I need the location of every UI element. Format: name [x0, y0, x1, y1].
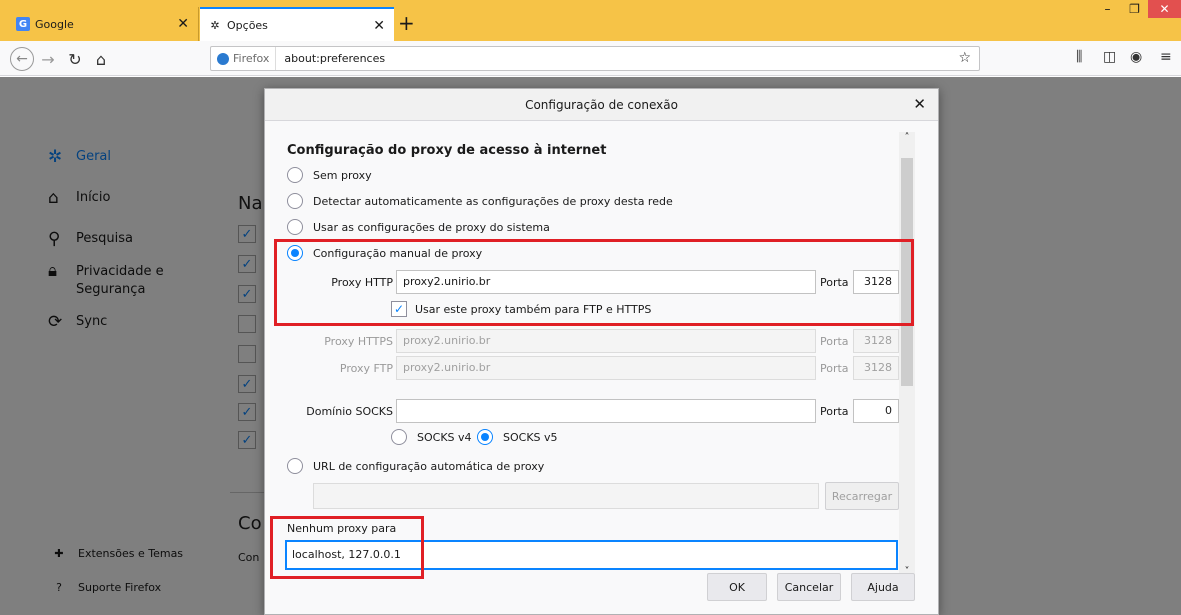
help-button[interactable]: Ajuda — [851, 573, 915, 601]
port-label: Porta — [820, 276, 849, 289]
url-bar[interactable]: Firefox about:preferences ☆ — [210, 46, 980, 71]
close-window-icon[interactable]: ✕ — [1148, 0, 1181, 18]
radio-button[interactable] — [287, 219, 303, 235]
tab-label: Opções — [227, 18, 268, 32]
bookmark-star-icon[interactable]: ☆ — [958, 50, 971, 66]
close-icon[interactable]: ✕ — [913, 95, 926, 113]
url-text: about:preferences — [284, 52, 386, 65]
account-icon[interactable]: ◉ — [1130, 49, 1142, 65]
scroll-up-icon[interactable]: ˄ — [899, 132, 915, 148]
ftp-port-input: 3128 — [853, 356, 899, 380]
port-label: Porta — [820, 405, 849, 418]
close-tab-icon[interactable]: ✕ — [373, 18, 385, 34]
library-icon[interactable]: ⫼ — [1076, 49, 1082, 65]
dialog-scrollbar[interactable]: ˄ ˅ — [899, 132, 915, 577]
ftp-proxy-input: proxy2.unirio.br — [396, 356, 816, 380]
https-port-input: 3128 — [853, 329, 899, 353]
http-proxy-input[interactable]: proxy2.unirio.br — [396, 270, 816, 294]
tab-label: Google — [35, 17, 74, 31]
radio-button[interactable] — [287, 245, 303, 261]
radio-socks-v4[interactable]: SOCKS v4 — [391, 429, 472, 445]
tab-options[interactable]: ✲ Opções ✕ — [200, 7, 394, 41]
socks-host-label: Domínio SOCKS — [306, 405, 393, 418]
port-label: Porta — [820, 335, 849, 348]
radio-no-proxy[interactable]: Sem proxy — [287, 167, 372, 183]
radio-label: Configuração manual de proxy — [313, 246, 483, 260]
identity-box[interactable]: Firefox — [211, 47, 277, 70]
cancel-button[interactable]: Cancelar — [777, 573, 841, 601]
radio-button[interactable] — [391, 429, 407, 445]
radio-label: SOCKS v5 — [503, 430, 558, 444]
scrollbar-thumb[interactable] — [901, 158, 913, 386]
radio-socks-v5[interactable]: SOCKS v5 — [477, 429, 558, 445]
reload-icon[interactable]: ↻ — [64, 48, 86, 70]
socks-port-input[interactable]: 0 — [853, 399, 899, 423]
forward-icon[interactable]: → — [38, 48, 58, 70]
use-for-all-checkbox[interactable]: ✓ — [391, 301, 407, 317]
http-proxy-label: Proxy HTTP — [331, 276, 393, 289]
ok-button[interactable]: OK — [707, 573, 767, 601]
radio-label: Sem proxy — [313, 168, 372, 182]
connection-settings-dialog: Configuração de conexão ✕ ˄ ˅ Configuraç… — [264, 88, 939, 615]
radio-auto-detect[interactable]: Detectar automaticamente as configuraçõe… — [287, 193, 673, 209]
maximize-icon[interactable]: ❐ — [1121, 0, 1148, 18]
http-port-input[interactable]: 3128 — [853, 270, 899, 294]
radio-label: Detectar automaticamente as configuraçõe… — [313, 194, 673, 208]
identity-label: Firefox — [233, 52, 270, 65]
tab-bar: G Google ✕ ✲ Opções ✕ + – ❐ ✕ — [0, 0, 1181, 41]
radio-auto-config-url[interactable]: URL de configuração automática de proxy — [287, 458, 544, 474]
google-icon: G — [16, 17, 30, 31]
back-icon[interactable]: ← — [10, 47, 34, 71]
dialog-header: Configuração de conexão ✕ — [265, 89, 938, 121]
new-tab-icon[interactable]: + — [398, 13, 415, 33]
gear-icon: ✲ — [210, 18, 220, 32]
radio-manual-proxy[interactable]: Configuração manual de proxy — [287, 245, 482, 261]
no-proxy-for-input[interactable]: localhost, 127.0.0.1 — [285, 540, 898, 570]
close-tab-icon[interactable]: ✕ — [177, 16, 189, 32]
radio-label: SOCKS v4 — [417, 430, 472, 444]
radio-label: Usar as configurações de proxy do sistem… — [313, 220, 550, 234]
https-proxy-label: Proxy HTTPS — [324, 335, 393, 348]
radio-button[interactable] — [287, 193, 303, 209]
home-icon[interactable]: ⌂ — [90, 48, 112, 70]
radio-button[interactable] — [477, 429, 493, 445]
minimize-icon[interactable]: – — [1094, 0, 1121, 18]
radio-button[interactable] — [287, 167, 303, 183]
auto-config-url-input — [313, 483, 819, 509]
socks-host-input[interactable] — [396, 399, 816, 423]
use-for-all-label: Usar este proxy também para FTP e HTTPS — [415, 303, 652, 316]
firefox-icon — [217, 52, 229, 65]
sidebar-icon[interactable]: ◫ — [1103, 49, 1116, 65]
dialog-title: Configuração de conexão — [525, 98, 678, 112]
menu-icon[interactable]: ≡ — [1160, 49, 1172, 65]
radio-label: URL de configuração automática de proxy — [313, 459, 545, 473]
radio-system-proxy[interactable]: Usar as configurações de proxy do sistem… — [287, 219, 550, 235]
radio-button[interactable] — [287, 458, 303, 474]
reload-button: Recarregar — [825, 482, 899, 510]
section-title: Configuração do proxy de acesso à intern… — [287, 143, 607, 158]
nav-bar: ← → ↻ ⌂ Firefox about:preferences ☆ ⫼ ◫ … — [0, 41, 1181, 76]
no-proxy-for-label: Nenhum proxy para — [287, 522, 397, 535]
ftp-proxy-label: Proxy FTP — [339, 362, 393, 375]
port-label: Porta — [820, 362, 849, 375]
tab-google[interactable]: G Google ✕ — [8, 7, 199, 41]
https-proxy-input: proxy2.unirio.br — [396, 329, 816, 353]
